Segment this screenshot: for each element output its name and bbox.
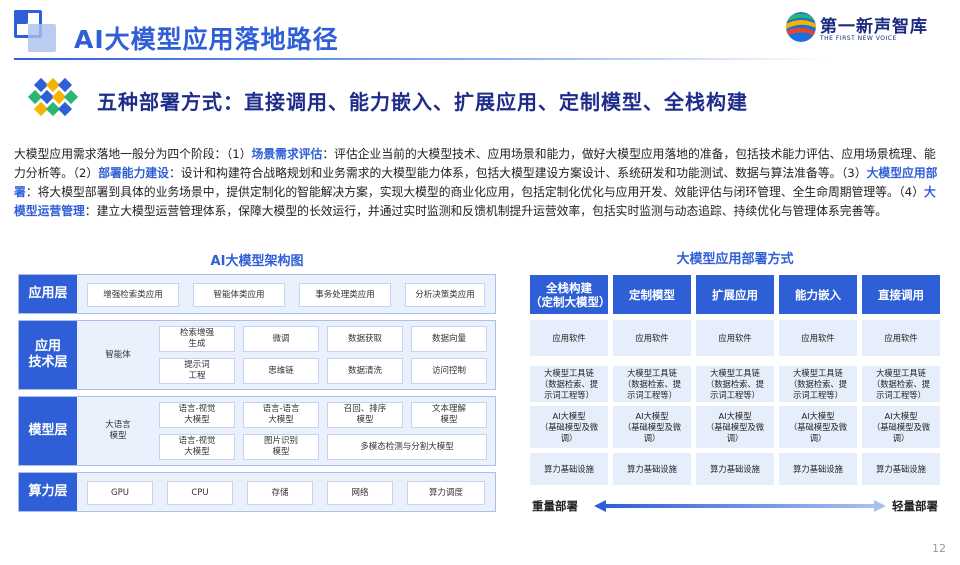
compute-item: 存储 bbox=[247, 481, 313, 505]
tech-layer: 应用 技术层 智能体 检索增强 生成 微调 数据获取 数据向量 提示词 工程 思… bbox=[18, 320, 496, 390]
intro-text: ：将大模型部署到具体的业务场景中，提供定制化的智能解决方案，实现大模型的商业化应… bbox=[25, 185, 924, 199]
compute-item: 网络 bbox=[327, 481, 393, 505]
tech-item: 数据向量 bbox=[411, 326, 487, 352]
deployment-column-header: 扩展应用 bbox=[696, 275, 774, 314]
deployment-cell: 大模型工具链 （数据检索、提 示词工程等） bbox=[779, 366, 857, 402]
model-layer: 模型层 大语言 模型 语言-视觉 大模型 语言-语言 大模型 召回、排序 模型 … bbox=[18, 396, 496, 466]
logo-mark-icon bbox=[786, 12, 816, 42]
layer-label: 算力层 bbox=[19, 473, 77, 511]
deployment-column-header: 全栈构建 （定制大模型） bbox=[530, 275, 611, 314]
deployment-cell: 算力基础设施 bbox=[696, 453, 774, 485]
intro-highlight: 场景需求评估 bbox=[251, 147, 323, 161]
compute-item: GPU bbox=[87, 481, 153, 505]
deployment-cell: 算力基础设施 bbox=[530, 453, 608, 485]
intro-text: 大模型应用需求落地一般分为四个阶段：（1） bbox=[14, 147, 252, 161]
double-arrow-icon bbox=[594, 498, 886, 512]
brand-logo: 第一新声智库 THE FIRST NEW VOICE bbox=[786, 10, 946, 50]
model-item: 文本理解 模型 bbox=[411, 402, 487, 428]
deployment-cell: 算力基础设施 bbox=[862, 453, 940, 485]
tech-left-label: 智能体 bbox=[105, 349, 131, 360]
deployment-cell: 应用软件 bbox=[696, 320, 774, 356]
page-title: AI大模型应用落地路径 bbox=[74, 25, 339, 54]
app-item: 分析决策类应用 bbox=[405, 283, 485, 307]
intro-text: ：建立大模型运营管理体系，保障大模型的长效运行，并通过实时监测和反馈机制提升运营… bbox=[84, 204, 887, 218]
deployment-column-header: 能力嵌入 bbox=[779, 275, 857, 314]
deployment-cell: 算力基础设施 bbox=[613, 453, 691, 485]
app-item: 增强检索类应用 bbox=[87, 283, 179, 307]
deployment-column-header: 直接调用 bbox=[862, 275, 940, 314]
architecture-title: AI大模型架构图 bbox=[210, 254, 304, 269]
deployment-cell: 大模型工具链 （数据检索、提 示词工程等） bbox=[696, 366, 774, 402]
tech-item: 思维链 bbox=[243, 358, 319, 384]
intro-highlight: 部署能力建设 bbox=[98, 166, 169, 180]
tech-item: 访问控制 bbox=[411, 358, 487, 384]
deployment-cell: 应用软件 bbox=[530, 320, 608, 356]
axis-light-label: 轻量部署 bbox=[892, 499, 938, 513]
deployment-cell: 大模型工具链 （数据检索、提 示词工程等） bbox=[613, 366, 691, 402]
deployment-cell: 算力基础设施 bbox=[779, 453, 857, 485]
model-item: 语言-视觉 大模型 bbox=[159, 402, 235, 428]
tech-item: 数据获取 bbox=[327, 326, 403, 352]
compute-item: 算力调度 bbox=[407, 481, 485, 505]
deployment-cell: AI大模型 （基础模型及微 调） bbox=[613, 406, 691, 448]
deployment-cell: 大模型工具链 （数据检索、提 示词工程等） bbox=[530, 366, 608, 402]
deployment-cell: AI大模型 （基础模型及微 调） bbox=[779, 406, 857, 448]
model-item: 语言-语言 大模型 bbox=[243, 402, 319, 428]
deployment-cell: 大模型工具链 （数据检索、提 示词工程等） bbox=[862, 366, 940, 402]
diamond-cluster-icon bbox=[27, 76, 80, 120]
model-left-label: 大语言 模型 bbox=[105, 420, 131, 441]
deployment-title: 大模型应用部署方式 bbox=[676, 252, 794, 267]
tech-item: 数据清洗 bbox=[327, 358, 403, 384]
model-item: 语言-视觉 大模型 bbox=[159, 434, 235, 460]
layer-label: 应用层 bbox=[19, 275, 77, 313]
model-item: 召回、排序 模型 bbox=[327, 402, 403, 428]
section-subtitle: 五种部署方式：直接调用、能力嵌入、扩展应用、定制模型、全栈构建 bbox=[97, 90, 748, 114]
model-item: 多模态检测与分割大模型 bbox=[327, 434, 487, 460]
header-divider bbox=[14, 58, 830, 60]
app-layer: 应用层 增强检索类应用 智能体类应用 事务处理类应用 分析决策类应用 bbox=[18, 274, 496, 314]
app-item: 智能体类应用 bbox=[193, 283, 285, 307]
axis-heavy-label: 重量部署 bbox=[532, 499, 578, 513]
tech-item: 微调 bbox=[243, 326, 319, 352]
deployment-cell: AI大模型 （基础模型及微 调） bbox=[530, 406, 608, 448]
model-item: 图片识别 模型 bbox=[243, 434, 319, 460]
tech-item: 提示词 工程 bbox=[159, 358, 235, 384]
tech-item: 检索增强 生成 bbox=[159, 326, 235, 352]
deployment-cell: AI大模型 （基础模型及微 调） bbox=[696, 406, 774, 448]
layer-label: 模型层 bbox=[19, 397, 77, 465]
app-item: 事务处理类应用 bbox=[299, 283, 391, 307]
compute-item: CPU bbox=[167, 481, 233, 505]
layer-label: 应用 技术层 bbox=[19, 321, 77, 389]
logo-text: 第一新声智库 bbox=[820, 17, 928, 37]
deployment-cell: 应用软件 bbox=[862, 320, 940, 356]
deployment-column-header: 定制模型 bbox=[613, 275, 691, 314]
logo-subtext: THE FIRST NEW VOICE bbox=[820, 35, 897, 42]
title-decoration-icon bbox=[14, 10, 56, 52]
compute-layer: 算力层 GPU CPU 存储 网络 算力调度 bbox=[18, 472, 496, 512]
deployment-cell: 应用软件 bbox=[613, 320, 691, 356]
page-number: 12 bbox=[932, 542, 946, 555]
deployment-cell: 应用软件 bbox=[779, 320, 857, 356]
intro-paragraph: 大模型应用需求落地一般分为四个阶段：（1）场景需求评估：评估企业当前的大模型技术… bbox=[14, 145, 944, 221]
intro-text: ：设计和构建符合战略规划和业务需求的大模型能力体系，包括大模型建设方案设计、系统… bbox=[168, 166, 867, 180]
deployment-cell: AI大模型 （基础模型及微 调） bbox=[862, 406, 940, 448]
